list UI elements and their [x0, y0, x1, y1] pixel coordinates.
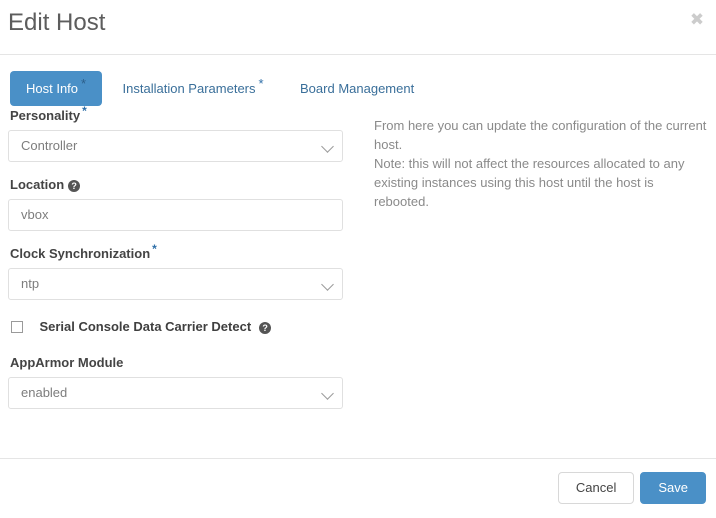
page-title: Edit Host — [8, 8, 105, 38]
tab-host-info-required: * — [81, 76, 86, 91]
serial-console-label: Serial Console Data Carrier Detect? — [39, 319, 271, 334]
tab-host-info-label: Host Info — [26, 81, 78, 96]
tab-installation-parameters-required: * — [259, 76, 264, 91]
field-serial-console: Serial Console Data Carrier Detect? — [8, 318, 348, 336]
personality-label-text: Personality — [10, 108, 80, 123]
personality-select[interactable]: Controller — [8, 130, 343, 162]
tab-board-management[interactable]: Board Management — [284, 71, 430, 106]
help-icon[interactable]: ? — [68, 180, 80, 192]
location-value: vbox — [21, 207, 48, 222]
save-button[interactable]: Save — [640, 472, 706, 504]
field-personality: Personality* Controller — [8, 107, 348, 162]
help-text-line-2: Note: this will not affect the resources… — [374, 154, 708, 211]
field-location: Location? vbox — [8, 176, 348, 231]
tab-bar: Host Info* Installation Parameters* Boar… — [0, 55, 716, 107]
help-text-line-1: From here you can update the configurati… — [374, 116, 708, 154]
personality-value: Controller — [21, 138, 77, 153]
clock-sync-required: * — [152, 242, 157, 256]
chevron-down-icon — [321, 140, 334, 153]
help-icon[interactable]: ? — [259, 322, 271, 334]
clock-sync-select[interactable]: ntp — [8, 268, 343, 300]
chevron-down-icon — [321, 278, 334, 291]
apparmor-label: AppArmor Module — [10, 354, 348, 371]
tab-board-management-label: Board Management — [300, 81, 414, 96]
clock-sync-label-text: Clock Synchronization — [10, 246, 150, 261]
cancel-button[interactable]: Cancel — [558, 472, 634, 504]
tab-installation-parameters-label: Installation Parameters — [123, 81, 256, 96]
location-label: Location? — [10, 176, 348, 193]
chevron-down-icon — [321, 387, 334, 400]
modal-footer: CancelSave — [0, 458, 716, 518]
tab-host-info[interactable]: Host Info* — [10, 71, 102, 106]
clock-sync-label: Clock Synchronization* — [10, 245, 348, 262]
location-input[interactable]: vbox — [8, 199, 343, 231]
modal-header: Edit Host ✖ — [0, 0, 716, 55]
personality-label: Personality* — [10, 107, 348, 124]
apparmor-value: enabled — [21, 385, 67, 400]
modal-body: Personality* Controller Location? vbox C… — [0, 107, 716, 457]
apparmor-select[interactable]: enabled — [8, 377, 343, 409]
apparmor-label-text: AppArmor Module — [10, 355, 123, 370]
tab-installation-parameters[interactable]: Installation Parameters* — [107, 71, 280, 106]
personality-required: * — [82, 104, 87, 118]
clock-sync-value: ntp — [21, 276, 39, 291]
close-icon[interactable]: ✖ — [686, 9, 708, 31]
serial-console-label-text: Serial Console Data Carrier Detect — [39, 319, 251, 334]
field-apparmor-module: AppArmor Module enabled — [8, 354, 348, 409]
field-clock-synchronization: Clock Synchronization* ntp — [8, 245, 348, 300]
form-column: Personality* Controller Location? vbox C… — [8, 107, 348, 423]
location-label-text: Location — [10, 177, 64, 192]
help-panel: From here you can update the configurati… — [374, 116, 708, 211]
serial-console-checkbox[interactable] — [11, 321, 23, 333]
